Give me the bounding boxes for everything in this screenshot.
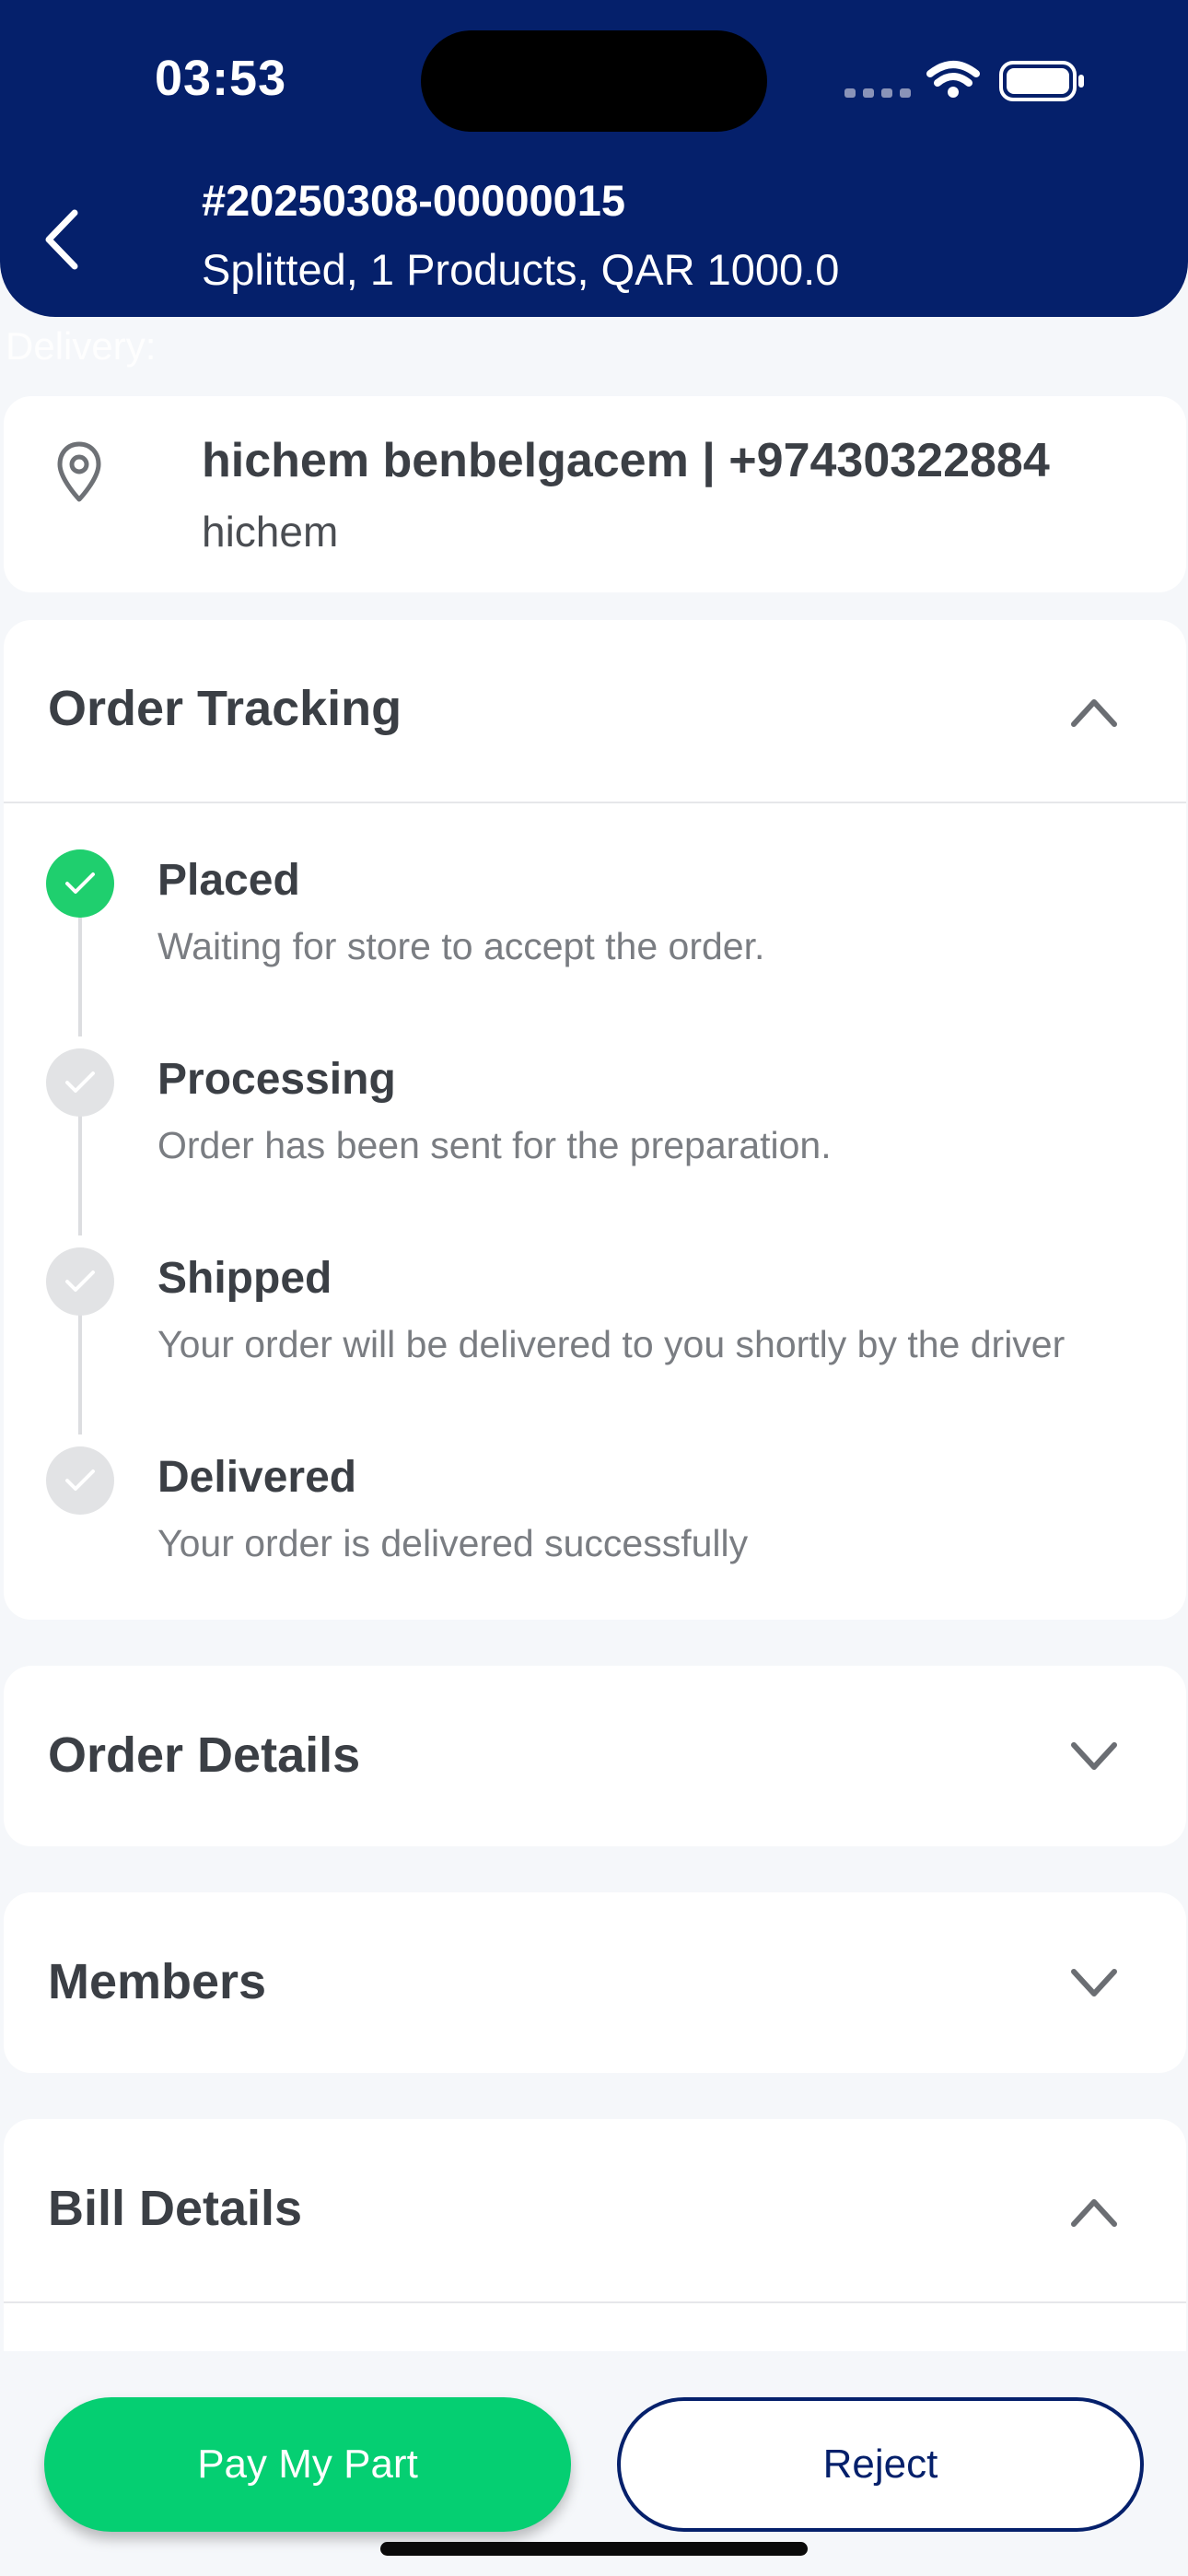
- check-icon: [65, 1071, 95, 1093]
- step-description: Waiting for store to accept the order.: [157, 925, 765, 967]
- check-icon: [65, 1270, 95, 1292]
- order-tracking-title[interactable]: Order Tracking: [48, 680, 402, 737]
- order-details-title[interactable]: Order Details: [48, 1727, 360, 1784]
- step-connector: [78, 1315, 82, 1434]
- chevron-down-icon[interactable]: [1068, 1964, 1120, 2001]
- home-indicator: [380, 2542, 808, 2556]
- step-title: Placed: [157, 856, 300, 905]
- recipient-name-phone: hichem benbelgacem | +97430322884: [202, 434, 1050, 487]
- address-detail: hichem: [202, 508, 339, 556]
- status-icons: [840, 53, 1089, 109]
- chevron-down-icon[interactable]: [1068, 1738, 1120, 1774]
- step-connector: [78, 917, 82, 1036]
- step-status-delivered: [46, 1446, 114, 1515]
- step-status-shipped: [46, 1247, 114, 1316]
- dynamic-island: [421, 30, 767, 132]
- reject-button[interactable]: Reject: [617, 2397, 1144, 2532]
- delivery-label: Delivery:: [6, 324, 157, 368]
- chevron-up-icon[interactable]: [1068, 693, 1120, 730]
- step-description: Order has been sent for the preparation.: [157, 1124, 832, 1166]
- step-description: Your order will be delivered to you shor…: [157, 1323, 1066, 1365]
- delivery-address-card: [4, 396, 1186, 592]
- chevron-up-icon[interactable]: [1068, 2193, 1120, 2230]
- step-description: Your order is delivered successfully: [157, 1522, 749, 1564]
- divider: [4, 2301, 1186, 2303]
- back-button[interactable]: [28, 193, 96, 286]
- step-title: Processing: [157, 1055, 396, 1104]
- battery-icon: [999, 61, 1084, 101]
- step-title: Shipped: [157, 1254, 332, 1303]
- status-time: 03:53: [155, 51, 287, 106]
- order-number: #20250308-00000015: [202, 176, 626, 225]
- pay-my-part-button[interactable]: Pay My Part: [44, 2397, 571, 2532]
- step-status-processing: [46, 1048, 114, 1117]
- members-title[interactable]: Members: [48, 1953, 266, 2010]
- order-summary: Splitted, 1 Products, QAR 1000.0: [202, 245, 840, 294]
- step-title: Delivered: [157, 1453, 357, 1502]
- divider: [4, 802, 1186, 803]
- wifi-icon: [926, 61, 980, 98]
- cellular-signal-icon: [844, 88, 911, 98]
- location-pin-icon: [57, 441, 101, 502]
- bill-details-title[interactable]: Bill Details: [48, 2180, 302, 2237]
- step-status-placed: [46, 849, 114, 918]
- check-icon: [65, 872, 95, 894]
- chevron-left-icon: [45, 209, 78, 270]
- check-icon: [65, 1469, 95, 1491]
- step-connector: [78, 1116, 82, 1235]
